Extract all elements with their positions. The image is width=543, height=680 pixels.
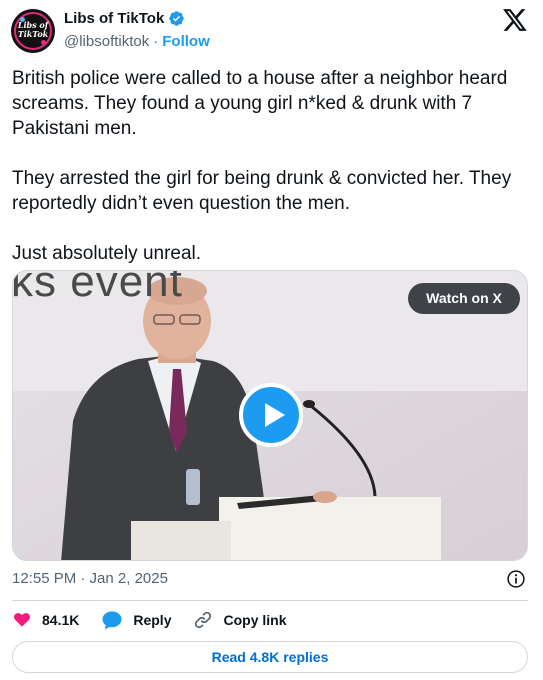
play-button[interactable] — [239, 383, 303, 447]
tweet-paragraph: Just absolutely unreal. — [12, 243, 202, 264]
info-icon[interactable] — [506, 569, 526, 589]
action-bar: 84.1K Reply Copy link — [12, 608, 309, 632]
avatar-logo-text: Libs of TikTok — [11, 21, 55, 39]
play-icon — [265, 403, 285, 427]
watch-on-x-button[interactable]: Watch on X — [408, 283, 520, 314]
avatar[interactable]: Libs of TikTok — [11, 9, 55, 53]
avatar-decoration — [20, 17, 25, 22]
tweet-paragraph: British police were called to a house af… — [12, 68, 508, 139]
link-icon — [195, 611, 212, 629]
avatar-decoration — [41, 40, 46, 45]
author-handle[interactable]: @libsoftiktok — [64, 33, 149, 50]
tweet-text: British police were called to a house af… — [12, 66, 532, 266]
reply-label: Reply — [133, 612, 172, 628]
tweet-timestamp[interactable]: 12:55 PM · Jan 2, 2025 — [12, 570, 168, 587]
reply-button[interactable]: Reply — [101, 610, 171, 630]
heart-icon — [14, 613, 30, 627]
x-logo-icon[interactable] — [502, 8, 528, 32]
reply-bubble-icon — [102, 611, 122, 630]
tweet-card: Libs of TikTok Libs of TikTok @libsoftik… — [0, 0, 543, 680]
copy-link-label: Copy link — [223, 612, 287, 628]
like-count: 84.1K — [42, 612, 80, 628]
backdrop-text: ks event — [12, 270, 183, 306]
divider — [12, 600, 528, 601]
video-thumbnail[interactable]: ks event Watch on X — [12, 270, 528, 561]
verified-badge-icon — [169, 11, 185, 26]
author-name-row: Libs of TikTok — [64, 10, 185, 27]
author-handle-row: @libsoftiktok · Follow — [64, 33, 210, 50]
author-name[interactable]: Libs of TikTok — [64, 10, 164, 27]
avatar-logo-line2: TikTok — [17, 29, 49, 39]
follow-button[interactable]: Follow — [162, 33, 210, 50]
separator-dot: · — [153, 33, 159, 50]
like-button[interactable]: 84.1K — [12, 610, 79, 630]
copy-link-button[interactable]: Copy link — [193, 610, 287, 630]
tweet-paragraph: They arrested the girl for being drunk &… — [12, 168, 512, 214]
read-replies-button[interactable]: Read 4.8K replies — [12, 641, 528, 673]
